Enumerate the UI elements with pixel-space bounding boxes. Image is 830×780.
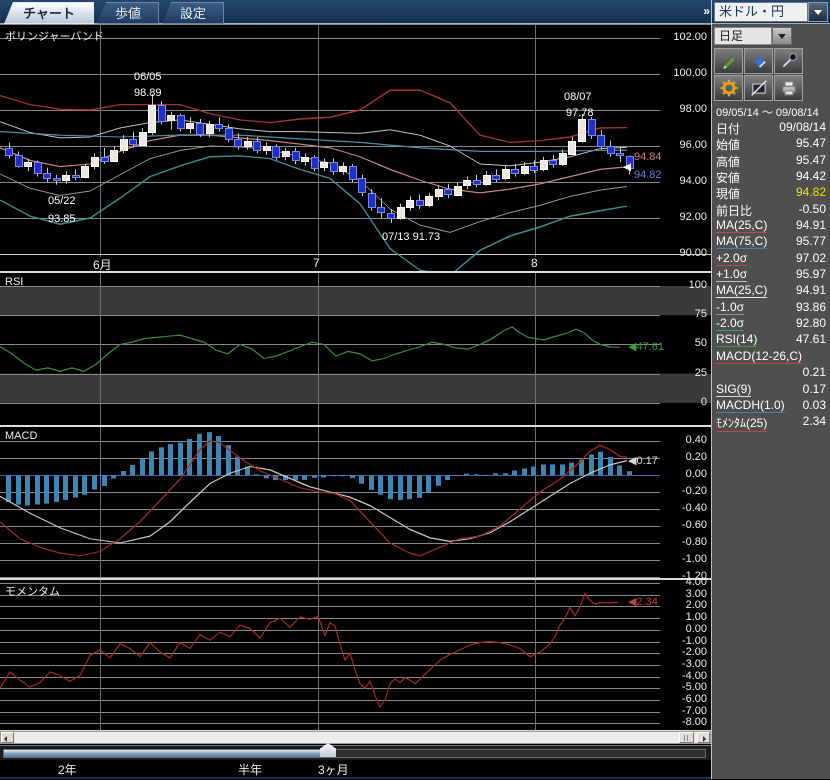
quote-row-label: ﾓﾒﾝﾀﾑ(25): [716, 414, 767, 432]
quote-row: +2.0σ 97.02: [712, 250, 830, 266]
quote-row: SIG(9) 0.17: [712, 381, 830, 397]
quote-row: 高値95.47: [712, 152, 830, 168]
quote-row-value: 0.03: [803, 398, 826, 412]
main-candlestick-chart[interactable]: [0, 25, 711, 271]
print-tool-button[interactable]: [774, 75, 803, 101]
quote-row-value: -0.50: [799, 202, 826, 216]
quote-rows: 日付09/08/14始値95.47高値95.47安値94.42現値94.82前日…: [712, 119, 830, 430]
gear-icon: [720, 79, 738, 97]
quote-row-label: +2.0σ: [716, 251, 747, 266]
quote-row-value: 95.97: [796, 267, 826, 281]
quote-row-label: MA(25,C): [716, 218, 767, 233]
quote-row: MACDH(1.0) 0.03: [712, 397, 830, 413]
scrollbar-thumb[interactable]: [679, 732, 694, 743]
chart-application-window: チャート 歩値 設定 » ボリンジャーバンド 102.00100.0098.00…: [0, 0, 830, 779]
quote-row-label: -1.0σ: [716, 300, 744, 315]
quote-panel: 日足: [712, 24, 830, 779]
quote-row-label: -2.0σ: [716, 316, 744, 331]
scroll-right-button[interactable]: [697, 732, 710, 743]
chart-area: ボリンジャーバンド 102.00100.0098.0096.0094.0092.…: [0, 24, 711, 780]
quote-row-value: 47.61: [796, 332, 826, 346]
quote-row-value: 09/08/14: [779, 120, 826, 134]
horizontal-scrollbar[interactable]: [0, 731, 711, 744]
thumb-grip-icon: [684, 735, 690, 741]
quote-row-label: MACDH(1.0): [716, 398, 785, 413]
quote-row-value: 95.77: [796, 234, 826, 248]
period-label-halfyear[interactable]: 半年: [238, 761, 262, 778]
quote-row: MACD(12-26,C): [712, 348, 830, 364]
trendline-tool-button[interactable]: [774, 48, 803, 74]
quote-row-label: MA(75,C): [716, 234, 767, 249]
quote-row: 前日比-0.50: [712, 201, 830, 217]
tab-chart[interactable]: チャート: [4, 2, 94, 24]
quote-row: +1.0σ 95.97: [712, 266, 830, 282]
quote-row-value: 92.80: [796, 316, 826, 330]
tab-bar: チャート 歩値 設定 »: [0, 0, 830, 24]
quote-row-value: 95.47: [796, 153, 826, 167]
pencil-icon: [720, 52, 738, 70]
period-labels: 2年 半年 3ヶ月: [0, 760, 711, 777]
chart-window-icon: [750, 79, 768, 97]
quote-row-value: 97.02: [796, 251, 826, 265]
slider-track[interactable]: [3, 749, 706, 758]
symbol-select[interactable]: 米ドル・円: [714, 2, 808, 22]
quote-row-value: 94.42: [796, 169, 826, 183]
tab-overflow-icon[interactable]: »: [703, 4, 708, 18]
quote-row: -2.0σ 92.80: [712, 315, 830, 331]
quote-row-label: RSI(14): [716, 332, 757, 347]
quote-row: 安値94.42: [712, 168, 830, 184]
trendline-icon: [780, 52, 798, 70]
quote-row: MA(75,C) 95.77: [712, 233, 830, 249]
quote-row-label: +1.0σ: [716, 267, 747, 282]
settings-tool-button[interactable]: [714, 75, 743, 101]
quote-row-label: MA(25,C): [716, 283, 767, 298]
slider-thumb[interactable]: [320, 743, 336, 757]
macd-chart[interactable]: [0, 427, 711, 578]
quote-row: ﾓﾒﾝﾀﾑ(25) 2.34: [712, 413, 830, 429]
quote-row: RSI(14) 47.61: [712, 331, 830, 347]
slider-fill: [4, 750, 330, 757]
quote-row-label: SIG(9): [716, 382, 751, 397]
quote-row: 0.21: [712, 364, 830, 380]
quote-row-value: 94.91: [796, 283, 826, 297]
quote-row-value: 95.47: [796, 136, 826, 150]
rsi-chart[interactable]: [0, 273, 711, 425]
quote-row-value: 94.82: [796, 185, 826, 199]
quote-row-label: MACD(12-26,C): [716, 349, 802, 364]
timeframe-select[interactable]: 日足: [714, 27, 772, 45]
date-range-label: 09/05/14 ～ 09/08/14: [716, 104, 819, 120]
chart-toolbar: [714, 48, 806, 102]
tab-settings[interactable]: 設定: [162, 2, 224, 24]
eraser-icon: [750, 52, 768, 70]
quote-row: 現値94.82: [712, 184, 830, 200]
quote-row: 始値95.47: [712, 135, 830, 151]
quote-row-value: 2.34: [803, 414, 826, 428]
tab-tick[interactable]: 歩値: [97, 2, 159, 24]
timeframe-dropdown-arrow-icon[interactable]: [772, 27, 792, 45]
momentum-chart[interactable]: [0, 580, 711, 731]
quote-row: MA(25,C) 94.91: [712, 217, 830, 233]
quote-row: MA(25,C) 94.91: [712, 282, 830, 298]
quote-row-value: 0.17: [803, 382, 826, 396]
quote-row-value: 93.86: [796, 300, 826, 314]
scroll-left-button[interactable]: [1, 732, 14, 743]
printer-icon: [780, 79, 798, 97]
quote-row-value: 0.21: [803, 365, 826, 379]
period-range-slider[interactable]: [0, 745, 711, 760]
eraser-tool-button[interactable]: [744, 48, 773, 74]
symbol-dropdown-arrow-icon[interactable]: [808, 2, 828, 22]
period-label-2years[interactable]: 2年: [58, 761, 77, 778]
chart-window-tool-button[interactable]: [744, 75, 773, 101]
period-label-3months[interactable]: 3ヶ月: [318, 761, 349, 778]
quote-row-value: 94.91: [796, 218, 826, 232]
quote-row: 日付09/08/14: [712, 119, 830, 135]
pencil-tool-button[interactable]: [714, 48, 743, 74]
quote-row: -1.0σ 93.86: [712, 299, 830, 315]
